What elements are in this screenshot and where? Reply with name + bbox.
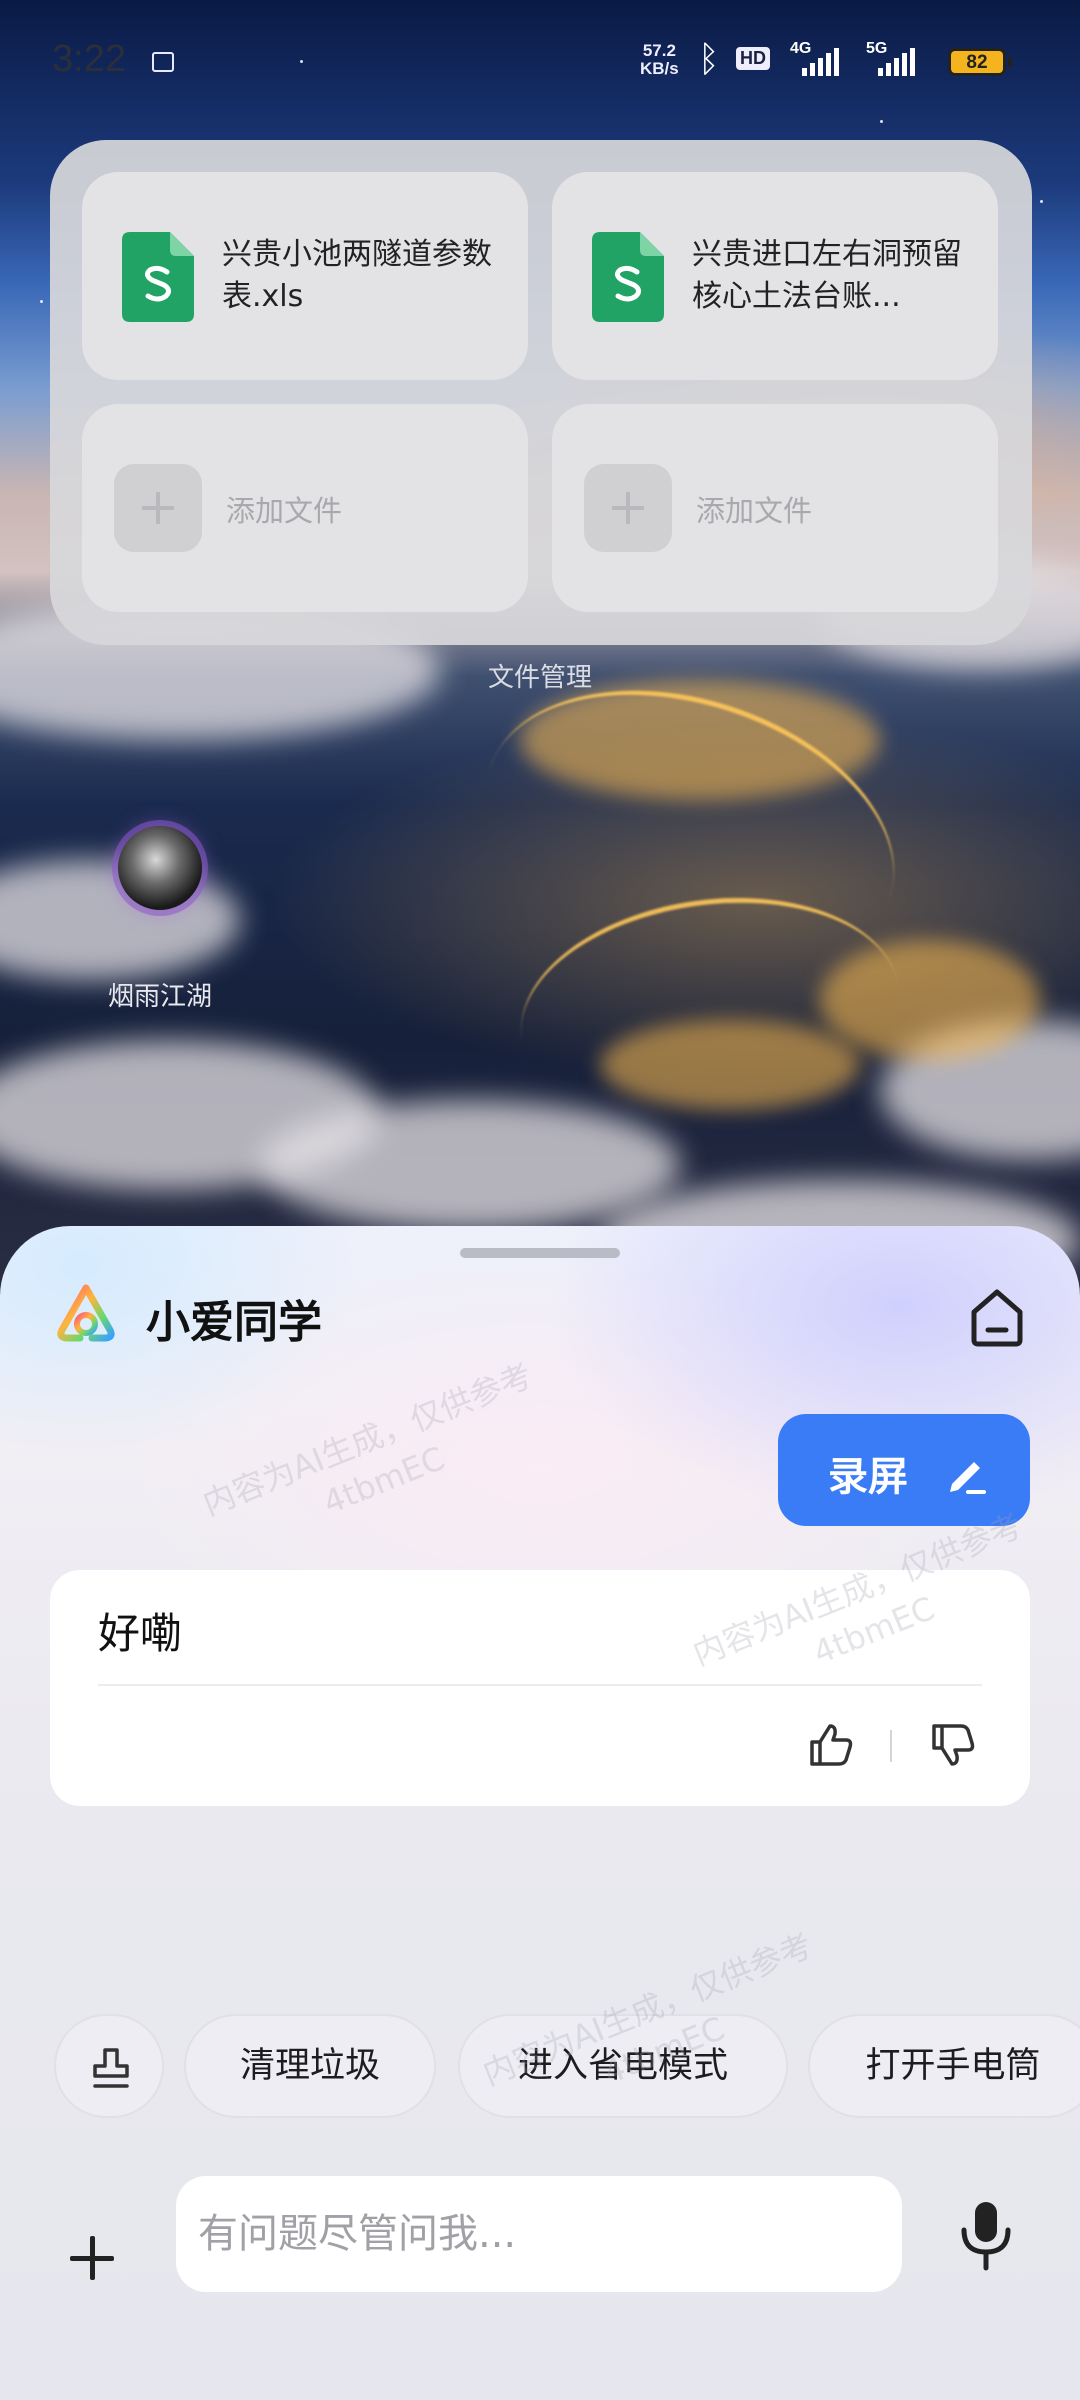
- shortcut-tool-button[interactable]: [54, 2014, 164, 2118]
- add-attachment-button[interactable]: [60, 2226, 124, 2290]
- spreadsheet-icon: [592, 232, 664, 322]
- screen-record-label: 录屏: [828, 1454, 908, 1500]
- assistant-panel: 小爱同学 录屏 好嘞 清理垃圾 进入省电模式 打开手电筒 有问题尽管问我... …: [0, 1226, 1080, 2400]
- network-speed: 57.2 KB/s: [640, 42, 679, 78]
- add-file-slot[interactable]: 添加文件: [82, 404, 528, 612]
- bluetooth-icon: ᛒ: [698, 39, 720, 80]
- network-speed-unit: KB/s: [640, 59, 679, 78]
- quick-action-chip[interactable]: 打开手电筒: [808, 2014, 1080, 2118]
- add-file-label: 添加文件: [696, 494, 813, 528]
- hd-badge: HD: [736, 47, 770, 70]
- home-icon[interactable]: [964, 1284, 1030, 1350]
- signal-sim2-icon: 5G: [866, 40, 926, 76]
- file-name: 兴贵小池两隧道参数表.xls: [222, 237, 492, 314]
- ai-watermark: 内容为AI生成，仅供参考 4tbmEC: [197, 1356, 538, 1524]
- assistant-reply-text: 好嘞: [98, 1609, 183, 1658]
- divider: [890, 1730, 892, 1762]
- plus-icon: [114, 464, 202, 552]
- ask-input[interactable]: [176, 2176, 902, 2292]
- thumbs-up-icon[interactable]: [806, 1720, 856, 1770]
- contact-avatar[interactable]: [118, 826, 202, 910]
- assistant-name: 小爱同学: [146, 1297, 322, 1348]
- status-bar: 3:22 57.2 KB/s ᛒ HD 4G 5G 82: [0, 0, 1080, 120]
- quick-action-chip[interactable]: 清理垃圾: [184, 2014, 436, 2118]
- clock: 3:22: [52, 38, 126, 80]
- plus-icon: [584, 464, 672, 552]
- microphone-icon[interactable]: [956, 2198, 1016, 2272]
- stamp-icon: [93, 2048, 129, 2088]
- file-item[interactable]: 兴贵进口左右洞预留核心土法台账...: [552, 172, 998, 380]
- divider: [98, 1684, 982, 1686]
- contact-name[interactable]: 烟雨江湖: [70, 976, 250, 1013]
- gift-icon: [152, 52, 174, 72]
- drag-handle[interactable]: [460, 1248, 620, 1258]
- thumbs-down-icon[interactable]: [928, 1720, 978, 1770]
- widget-caption: 文件管理: [487, 663, 592, 693]
- battery-icon: 82: [948, 48, 1012, 76]
- battery-level: 82: [966, 52, 988, 73]
- file-item[interactable]: 兴贵小池两隧道参数表.xls: [82, 172, 528, 380]
- add-file-label: 添加文件: [226, 494, 343, 528]
- file-name: 兴贵进口左右洞预留核心土法台账...: [692, 237, 962, 314]
- signal-sim1-icon: 4G: [790, 40, 850, 76]
- assistant-logo-icon: [57, 1284, 115, 1342]
- spreadsheet-icon: [122, 232, 194, 322]
- network-speed-value: 57.2: [642, 41, 676, 60]
- file-manager-widget: 兴贵小池两隧道参数表.xls 兴贵进口左右洞预留核心土法台账... 添加文件 添…: [50, 140, 1032, 645]
- add-file-slot[interactable]: 添加文件: [552, 404, 998, 612]
- screen-record-button[interactable]: 录屏: [778, 1414, 1030, 1526]
- edit-pen-icon: [950, 1462, 986, 1494]
